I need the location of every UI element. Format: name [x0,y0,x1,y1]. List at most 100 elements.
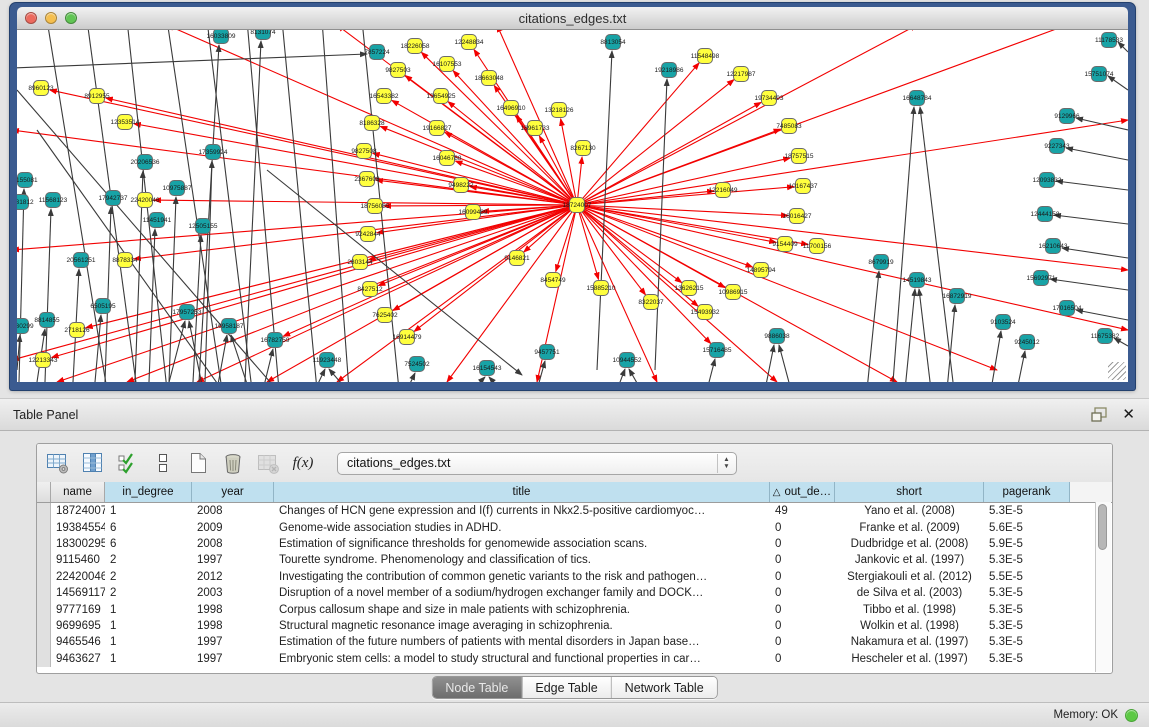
resize-grip[interactable] [1108,362,1126,380]
table-row[interactable]: 911546021997Tourette syndrome. Phenomeno… [37,552,1112,568]
network-node[interactable]: 16016427 [783,209,812,224]
network-node[interactable]: 9242844 [355,227,381,242]
network-node[interactable]: 9146821 [504,251,530,266]
network-node[interactable]: 15751074 [1085,67,1114,82]
network-node[interactable]: 15885210 [587,281,616,296]
table-row[interactable]: 969969511998Structural magnetic resonanc… [37,618,1112,634]
network-node[interactable]: 18226058 [401,39,430,54]
function-builder-icon[interactable]: f(x) [290,450,316,476]
network-node[interactable]: 9155081 [17,173,38,188]
network-node[interactable]: 9245012 [1014,335,1040,350]
network-node[interactable]: 8186328 [359,116,385,131]
network-node[interactable]: 16210643 [1039,239,1068,254]
network-node[interactable]: 8960123 [28,81,54,96]
table-row[interactable]: 1938455462009Genome-wide association stu… [37,519,1112,535]
network-node[interactable]: 14519843 [903,273,932,288]
close-panel-icon[interactable]: ✕ [1122,407,1135,422]
network-node[interactable]: 20206536 [131,155,160,170]
delete-table-icon[interactable] [255,450,281,476]
network-node[interactable]: 11700156 [803,239,832,254]
network-node[interactable]: 16496910 [497,101,526,116]
network-node[interactable]: 16107553 [433,57,462,72]
network-node[interactable]: 16099489 [459,205,488,220]
column-header-name[interactable]: name [51,482,105,502]
network-node[interactable]: 12505155 [189,219,218,234]
table-row[interactable]: 977716911998Corpus callosum shape and si… [37,601,1112,617]
network-node[interactable]: 16154543 [473,361,502,376]
network-node[interactable]: 9227343 [1044,139,1070,154]
network-node[interactable]: 22420046 [131,193,160,208]
network-node[interactable]: 11923448 [313,353,342,368]
close-window-icon[interactable] [25,12,37,24]
network-node[interactable]: 16543382 [370,89,399,104]
network-node[interactable]: 12248834 [455,35,484,50]
network-node[interactable]: 2718126 [64,323,90,338]
show-columns-icon[interactable] [80,450,106,476]
network-canvas[interactable]: 1872400718226058982750316543382818632898… [17,30,1128,382]
network-node[interactable]: 8322037 [638,295,664,310]
scrollbar-thumb[interactable] [1098,504,1107,550]
table-scrollbar[interactable] [1095,502,1111,672]
network-node[interactable]: 11568123 [39,193,68,208]
table-settings-icon[interactable] [45,450,71,476]
float-panel-icon[interactable] [1091,407,1108,422]
network-node[interactable]: 7524502 [404,357,430,372]
column-header-short[interactable]: short [835,482,984,502]
select-all-icon[interactable] [115,450,141,476]
network-node[interactable]: 8131074 [250,30,276,40]
network-node[interactable]: 13626215 [675,281,704,296]
network-node[interactable]: 12216049 [709,183,738,198]
minimize-window-icon[interactable] [45,12,57,24]
network-node[interactable]: 14895794 [747,263,776,278]
tab-node-table[interactable]: Node Table [432,677,522,698]
network-node[interactable]: 19218986 [655,63,684,78]
network-node[interactable]: 19654925 [427,89,456,104]
network-node[interactable]: 18756085 [361,199,390,214]
network-node[interactable]: 15716485 [703,343,732,358]
tab-network-table[interactable]: Network Table [612,677,717,698]
network-node[interactable]: 8813054 [600,35,626,50]
network-node[interactable]: 11548498 [691,49,720,64]
network-node[interactable]: 9330299 [17,319,34,334]
zoom-window-icon[interactable] [65,12,77,24]
column-header-in_degree[interactable]: in_degree [105,482,192,502]
network-node[interactable]: 12217987 [727,67,756,82]
network-node[interactable]: 7485083 [776,119,802,134]
network-node[interactable]: 16958187 [215,319,244,334]
network-node[interactable]: 8267130 [570,141,596,156]
table-row[interactable]: 946362711997Embryonic stem cells: a mode… [37,651,1112,667]
column-header-title[interactable]: title [274,482,770,502]
network-node[interactable]: 12444158 [1031,207,1060,222]
table-row[interactable]: 946554611997Estimation of the future num… [37,634,1112,650]
network-node[interactable]: 17016504 [1053,301,1082,316]
network-node[interactable]: 16648784 [903,91,932,106]
network-node[interactable]: 2367608 [354,172,380,187]
table-row[interactable]: 1456911722003Disruption of a novel membe… [37,585,1112,601]
table-row[interactable]: 1872400712008Changes of HCN gene express… [37,503,1112,519]
network-node[interactable]: 17942737 [99,191,128,206]
row-height-icon[interactable] [150,450,176,476]
table-row[interactable]: 1830029562008Estimation of significance … [37,536,1112,552]
network-node[interactable]: 9886038 [764,329,790,344]
column-header-year[interactable]: year [192,482,274,502]
network-node[interactable]: 13218126 [545,103,574,118]
column-header-out_de[interactable]: △out_de… [770,482,835,502]
network-node[interactable]: 18663048 [475,71,504,86]
network-node[interactable]: 11451941 [143,213,172,228]
network-node[interactable]: 8454749 [540,273,566,288]
network-node[interactable]: 9457751 [534,345,560,360]
network-table-selector[interactable]: citations_edges.txt ▲▼ [337,452,737,475]
table-row[interactable]: 2242004622012Investigating the contribut… [37,569,1112,585]
network-node[interactable]: 8814855 [34,313,60,328]
network-node[interactable]: 10167437 [789,179,818,194]
network-node[interactable]: 9498222 [448,178,474,193]
network-node[interactable]: 8878334 [112,253,138,268]
window-titlebar[interactable]: citations_edges.txt [17,7,1128,30]
network-node[interactable]: 8427512 [357,282,383,297]
network-node[interactable]: 8912955 [84,89,110,104]
network-node[interactable]: 8331812 [17,195,34,210]
network-node[interactable]: 11675382 [1091,329,1120,344]
new-table-icon[interactable] [185,450,211,476]
network-node[interactable]: 12093832 [1033,173,1062,188]
network-node[interactable]: 16914479 [393,330,422,345]
